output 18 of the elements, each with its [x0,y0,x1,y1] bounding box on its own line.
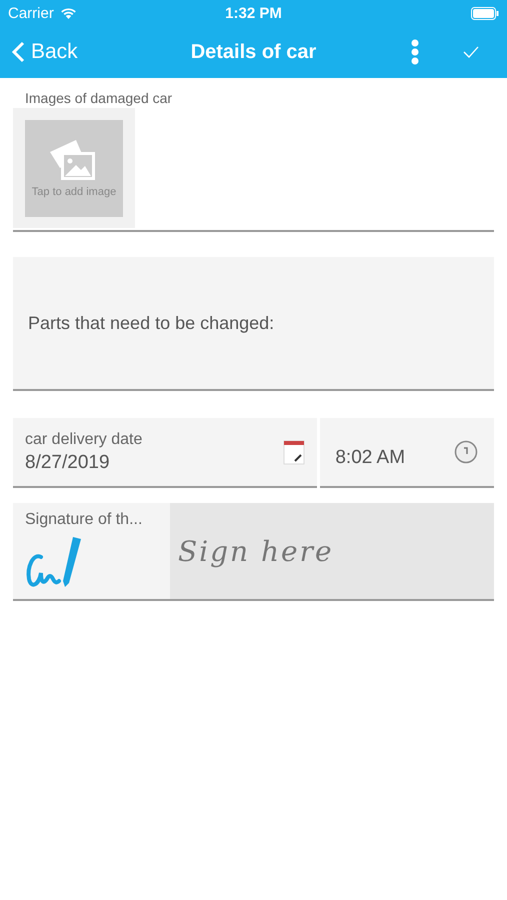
clock-time: 1:32 PM [225,4,282,22]
images-label: Images of damaged car [25,90,174,106]
checkmark-icon[interactable] [463,46,479,58]
signature-pad[interactable]: Sign here [170,503,494,599]
clock-icon[interactable] [454,440,478,464]
calendar-icon[interactable] [283,439,306,465]
back-button[interactable]: Back [12,40,78,64]
carrier-label: Carrier [8,4,54,22]
wifi-icon [60,7,77,19]
more-icon[interactable] [411,39,419,65]
date-field[interactable]: car delivery date 8/27/2019 [13,418,318,488]
parts-field[interactable]: Parts that need to be changed: [13,257,494,391]
add-image-button[interactable]: Tap to add image [25,120,123,216]
battery-icon [471,6,499,20]
time-field[interactable]: 8:02 AM [320,418,494,488]
signature-label: Signature of th... [25,511,144,529]
screen-title: Details of car [190,40,316,62]
chevron-left-icon[interactable] [12,41,25,63]
